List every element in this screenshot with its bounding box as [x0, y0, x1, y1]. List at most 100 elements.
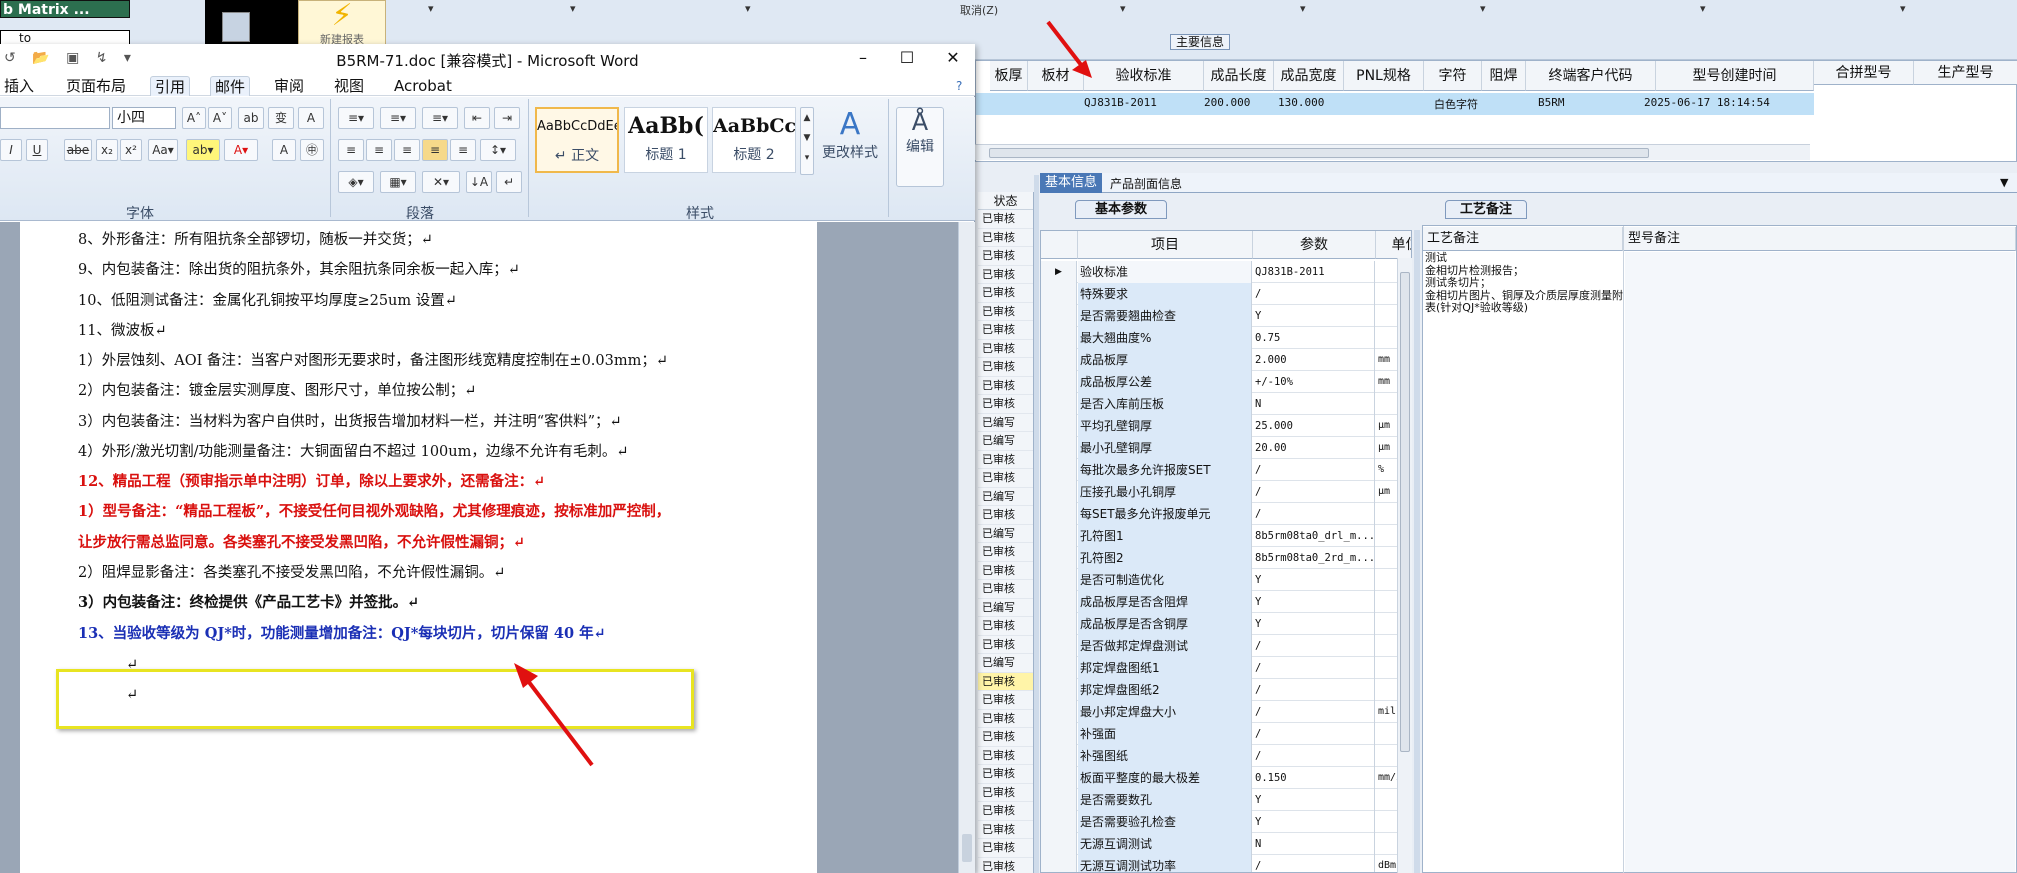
- subtab-basic-params[interactable]: 基本参数: [1075, 200, 1167, 219]
- table-row[interactable]: 成品板厚 2.000 mm: [1041, 349, 1411, 371]
- tab-acrobat[interactable]: Acrobat: [390, 76, 456, 96]
- tab-review[interactable]: 审阅: [270, 76, 308, 96]
- dropdown-icon[interactable]: ▾: [428, 2, 434, 15]
- align-center-button[interactable]: ≡: [366, 139, 392, 161]
- status-item[interactable]: 已审核: [978, 821, 1033, 839]
- status-item[interactable]: 已审核: [978, 747, 1033, 765]
- clear-format-button[interactable]: A: [298, 107, 324, 129]
- editing-button[interactable]: Å 编辑: [896, 107, 944, 187]
- document-line[interactable]: 9、内包装备注：除出货的阻抗条外，其余阻抗条同余板一起入库；↵: [78, 258, 520, 282]
- table-row[interactable]: 成品板厚公差 +/-10% mm: [1041, 371, 1411, 393]
- status-item[interactable]: 已编写: [978, 525, 1033, 543]
- status-item[interactable]: 已审核: [978, 672, 1033, 691]
- style-heading1[interactable]: AaBb(标题 1: [624, 107, 708, 173]
- table-row[interactable]: 邦定焊盘图纸1/: [1041, 657, 1411, 679]
- status-item[interactable]: 已审核: [978, 858, 1033, 873]
- param-value[interactable]: Y: [1253, 811, 1375, 833]
- col-header[interactable]: 字符: [1424, 61, 1482, 91]
- tab-page-layout[interactable]: 页面布局: [62, 76, 130, 96]
- table-row[interactable]: 是否可制造优化 Y: [1041, 569, 1411, 591]
- status-item[interactable]: 已审核: [978, 765, 1033, 784]
- status-item[interactable]: 已审核: [978, 617, 1033, 636]
- col-header[interactable]: 生产型号: [1914, 61, 2017, 85]
- status-item[interactable]: 已编写: [978, 432, 1033, 451]
- status-item[interactable]: 已审核: [978, 210, 1033, 229]
- col-header[interactable]: 成品长度: [1204, 61, 1274, 91]
- param-value[interactable]: 8b5rm08ta0_2rd_m...: [1253, 547, 1375, 569]
- numbering-button[interactable]: ≡▾: [380, 107, 416, 129]
- param-value[interactable]: Y: [1253, 591, 1375, 613]
- status-item[interactable]: 已审核: [978, 562, 1033, 580]
- align-left-button[interactable]: ≡: [338, 139, 364, 161]
- font-name-field[interactable]: [0, 107, 110, 129]
- param-value[interactable]: N: [1253, 393, 1375, 415]
- char-shading-button[interactable]: A: [272, 139, 296, 161]
- document-line[interactable]: 4）外形/激光切割/功能测量备注：大铜面留白不超过 100um，边缘不允许有毛刺…: [78, 440, 629, 464]
- document-line[interactable]: 13、当验收等级为 QJ*时，功能测量增加备注：QJ*每块切片，切片保留 40 …: [78, 622, 606, 646]
- multilevel-list-button[interactable]: ≡▾: [422, 107, 458, 129]
- chevron-down-icon[interactable]: ▼: [2000, 176, 2008, 189]
- dropdown-icon[interactable]: ▾: [1300, 2, 1306, 15]
- status-item[interactable]: 已审核: [978, 340, 1033, 358]
- process-notes-text[interactable]: 测试 金相切片检测报告； 测试条切片； 金相切片图片、铜厚及介质层厚度测量附表(…: [1425, 251, 1625, 315]
- dropdown-icon[interactable]: ▾: [1480, 2, 1486, 15]
- font-size-field[interactable]: 小四: [112, 107, 176, 129]
- calculator-icon[interactable]: [222, 12, 250, 42]
- enclose-char-button[interactable]: ㊥: [300, 139, 324, 161]
- splitter[interactable]: [1034, 175, 1039, 873]
- document-line[interactable]: 12、精品工程（预审指示单中注明）订单，除以上要求外，还需备注：↵: [78, 470, 545, 494]
- param-value[interactable]: Y: [1253, 305, 1375, 327]
- status-item[interactable]: 已审核: [978, 229, 1033, 247]
- document-line[interactable]: 8、外形备注：所有阻抗条全部锣切，随板一并交货；↵: [78, 228, 433, 252]
- close-button[interactable]: ✕: [938, 48, 968, 67]
- char-border-button[interactable]: 变: [268, 107, 294, 129]
- model-notes-area[interactable]: [1625, 252, 2015, 872]
- table-row[interactable]: 是否需要数孔 Y: [1041, 789, 1411, 811]
- col-unit[interactable]: 单位: [1376, 231, 1411, 259]
- dropdown-icon[interactable]: ▾: [1700, 2, 1706, 15]
- status-item[interactable]: 已审核: [978, 839, 1033, 858]
- dropdown-icon[interactable]: ▾: [570, 2, 576, 15]
- status-item[interactable]: 已审核: [978, 543, 1033, 562]
- col-header[interactable]: 板厚: [990, 61, 1028, 91]
- param-value[interactable]: 25.000: [1253, 415, 1375, 437]
- table-row[interactable]: 无源互调测试功率 / dBm: [1041, 855, 1411, 872]
- param-value[interactable]: /: [1253, 635, 1375, 657]
- table-row[interactable]: 每批次最多允许报废SET /%: [1041, 459, 1411, 481]
- scroll-thumb[interactable]: [962, 834, 972, 862]
- col-item[interactable]: 项目: [1078, 231, 1253, 259]
- document-line[interactable]: 10、低阻测试备注：金属化孔铜按平均厚度≥25um 设置↵: [78, 289, 457, 313]
- table-row[interactable]: 孔符图2 8b5rm08ta0_2rd_m...: [1041, 547, 1411, 569]
- table-row[interactable]: ▶ 验收标准 QJ831B-2011: [1041, 261, 1411, 283]
- status-item[interactable]: 已审核: [978, 469, 1033, 488]
- table-row[interactable]: 无源互调测试 N: [1041, 833, 1411, 855]
- maximize-button[interactable]: ☐: [892, 48, 922, 67]
- status-item[interactable]: 已编写: [978, 654, 1033, 673]
- status-item[interactable]: 已审核: [978, 321, 1033, 340]
- document-line[interactable]: 2）阻焊显影备注：各类塞孔不接受发黑凹陷，不允许假性漏铜。↵: [78, 561, 505, 585]
- scroll-thumb[interactable]: [1400, 272, 1410, 752]
- style-normal[interactable]: AaBbCcDdEe ↵ 正文: [535, 107, 619, 173]
- col-header[interactable]: 板材: [1028, 61, 1084, 91]
- status-item[interactable]: 已审核: [978, 303, 1033, 321]
- tab-references[interactable]: 引用: [150, 76, 191, 96]
- param-value[interactable]: +/-10%: [1253, 371, 1375, 393]
- status-item[interactable]: 已审核: [978, 802, 1033, 821]
- col-param[interactable]: 参数: [1253, 231, 1376, 259]
- status-item[interactable]: 已编写: [978, 488, 1033, 506]
- table-row[interactable]: 最大翘曲度% 0.75: [1041, 327, 1411, 349]
- param-value[interactable]: /: [1253, 701, 1375, 723]
- param-value[interactable]: 8b5rm08ta0_drl_m...: [1253, 525, 1375, 547]
- param-value[interactable]: 0.150: [1253, 767, 1375, 789]
- new-report-button[interactable]: ⚡ 新建报表: [298, 0, 386, 48]
- grow-font-button[interactable]: A˄: [182, 107, 206, 129]
- chinese-layout-button[interactable]: ✕▾: [422, 171, 460, 193]
- shrink-font-button[interactable]: A˅: [208, 107, 232, 129]
- shading-button[interactable]: ◈▾: [338, 171, 374, 193]
- superscript-button[interactable]: x²: [120, 139, 142, 161]
- col-header[interactable]: 阻焊: [1482, 61, 1526, 91]
- change-case-button[interactable]: Aa▾: [148, 139, 178, 161]
- param-value[interactable]: 2.000: [1253, 349, 1375, 371]
- table-row[interactable]: 补强图纸 /: [1041, 745, 1411, 767]
- col-header[interactable]: 型号创建时间: [1656, 61, 1814, 91]
